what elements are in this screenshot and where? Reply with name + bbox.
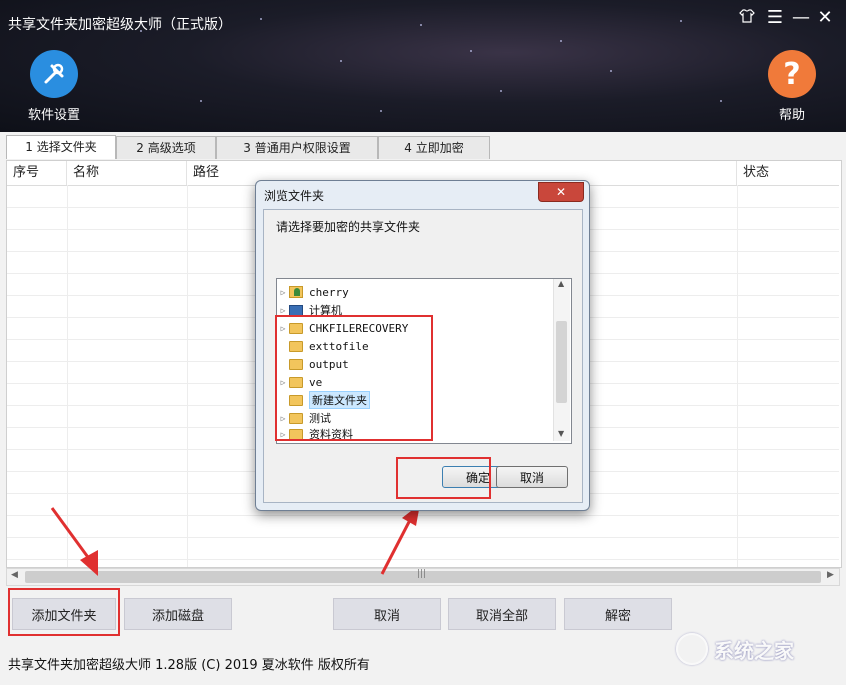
computer-icon bbox=[289, 304, 303, 316]
dialog-title: 浏览文件夹 bbox=[264, 189, 325, 203]
watermark-text: 系统之家 bbox=[714, 638, 794, 663]
dialog-cancel-button[interactable]: 取消 bbox=[496, 466, 568, 488]
tree-item[interactable]: ▷ cherry bbox=[277, 283, 349, 301]
dialog-prompt: 请选择要加密的共享文件夹 bbox=[276, 220, 421, 234]
tree-scroll-thumb[interactable] bbox=[556, 321, 567, 403]
dialog-close-button[interactable]: ✕ bbox=[538, 182, 584, 202]
expand-icon[interactable]: ▷ bbox=[277, 288, 289, 297]
scroll-down-icon[interactable]: ▼ bbox=[558, 429, 564, 438]
folder-tree[interactable]: ▷ cherry ▷ 计算机 ▷ CHKFILERECOVERY exttofi… bbox=[275, 278, 572, 444]
highlight-box bbox=[396, 457, 491, 499]
tree-item-label: cherry bbox=[309, 285, 349, 299]
user-folder-icon bbox=[289, 286, 303, 298]
expand-icon[interactable]: ▷ bbox=[277, 306, 289, 315]
watermark: 系统之家 bbox=[676, 632, 840, 666]
tree-scrollbar[interactable]: ▲ ▼ bbox=[553, 279, 570, 441]
highlight-box bbox=[275, 315, 433, 441]
browse-folder-dialog: 浏览文件夹 ✕ 请选择要加密的共享文件夹 ▷ cherry ▷ 计算机 ▷ CH… bbox=[255, 180, 590, 511]
watermark-logo-icon bbox=[676, 633, 708, 665]
scroll-up-icon[interactable]: ▲ bbox=[558, 279, 564, 288]
